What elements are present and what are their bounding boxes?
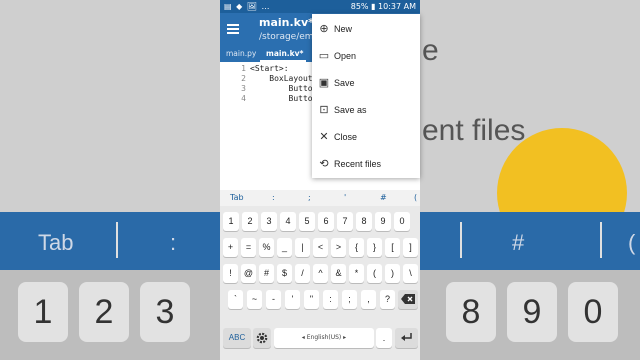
menu-item-label: Save as [334, 105, 367, 115]
suggestion-bar: Tab : ; ' # ( [220, 190, 420, 206]
file-path: /storage/em [259, 32, 314, 42]
file-title: main.kv* [259, 16, 314, 29]
keyboard: 1 2 3 4 5 6 7 8 9 0 + = % _ | < > { } [ … [220, 206, 420, 360]
enter-button[interactable] [395, 328, 418, 348]
keyboard-settings-button[interactable] [253, 328, 271, 348]
key[interactable]: 5 [299, 212, 315, 231]
key[interactable]: : [323, 290, 338, 309]
key[interactable]: % [259, 238, 274, 257]
menu-item-label: New [334, 24, 353, 34]
key[interactable]: ' [285, 290, 300, 309]
key[interactable]: | [295, 238, 310, 257]
bg-word-new: e [422, 34, 439, 67]
line-number: 3 [241, 84, 246, 93]
key[interactable]: 2 [242, 212, 258, 231]
space-bar[interactable]: ◂ English(US) ▸ [274, 328, 374, 348]
backspace-icon [401, 294, 415, 304]
key[interactable]: > [331, 238, 346, 257]
suggestion-key[interactable]: Tab [230, 193, 244, 202]
key[interactable]: } [367, 238, 382, 257]
key[interactable]: ) [385, 264, 400, 283]
bg-word-recent: ent files [422, 114, 526, 147]
menu-item-open[interactable]: ▭ Open [312, 43, 420, 70]
status-battery-time: 85% ▮ 10:37 AM [350, 2, 416, 11]
key[interactable]: , [361, 290, 376, 309]
abc-key[interactable]: ABC [223, 328, 251, 348]
key[interactable]: 6 [318, 212, 334, 231]
menu-item-label: Open [334, 51, 357, 61]
key[interactable]: 4 [280, 212, 296, 231]
save-as-icon: ⊡ [319, 104, 329, 116]
key[interactable]: ^ [313, 264, 328, 283]
status-icons: ▤ ◆ 🖼 … [224, 2, 271, 11]
menu-item-label: Close [334, 132, 358, 142]
folder-icon: ▭ [318, 50, 330, 62]
code-line: <Start>: [250, 64, 289, 73]
key[interactable]: ! [223, 264, 238, 283]
key[interactable]: \ [403, 264, 418, 283]
key[interactable]: ; [342, 290, 357, 309]
key[interactable]: [ [385, 238, 400, 257]
save-icon: ▣ [318, 77, 330, 89]
menu-item-save[interactable]: ▣ Save [312, 70, 420, 97]
key[interactable]: ] [403, 238, 418, 257]
bg-strip-tab: Tab [38, 230, 74, 255]
menu-icon[interactable] [227, 24, 239, 34]
key[interactable]: 3 [261, 212, 277, 231]
menu-item-new[interactable]: ⊕ New [312, 16, 420, 43]
add-circle-icon: ⊕ [319, 23, 329, 35]
key[interactable]: * [349, 264, 364, 283]
key[interactable]: ( [367, 264, 382, 283]
code-line: BoxLayout: [250, 74, 318, 83]
key[interactable]: + [223, 238, 238, 257]
suggestion-key[interactable]: ' [344, 193, 346, 202]
key[interactable]: _ [277, 238, 292, 257]
key[interactable]: { [349, 238, 364, 257]
key[interactable]: 8 [356, 212, 372, 231]
menu-item-save-as[interactable]: ⊡ Save as [312, 97, 420, 124]
suggestion-key[interactable]: ( [414, 193, 417, 202]
period-key[interactable]: . [376, 328, 392, 348]
enter-icon [400, 333, 412, 341]
key[interactable]: & [331, 264, 346, 283]
key[interactable]: $ [277, 264, 292, 283]
key[interactable]: / [295, 264, 310, 283]
key[interactable]: 7 [337, 212, 353, 231]
menu-item-close[interactable]: ✕ Close [312, 124, 420, 151]
backspace-button[interactable] [398, 290, 418, 309]
menu-item-label: Save [334, 78, 355, 88]
tab-main-kv[interactable]: main.kv* [266, 49, 303, 58]
key[interactable]: # [259, 264, 274, 283]
line-number: 2 [241, 74, 246, 83]
key[interactable]: 0 [394, 212, 410, 231]
close-icon: ✕ [319, 131, 329, 143]
overflow-menu: ⊕ New ▭ Open ▣ Save ⊡ Save as ✕ Close ⟲ … [312, 14, 420, 178]
gear-icon [256, 332, 268, 344]
status-bar: ▤ ◆ 🖼 … 85% ▮ 10:37 AM [220, 0, 420, 13]
menu-item-recent-files[interactable]: ⟲ Recent files [312, 151, 420, 178]
key[interactable]: 9 [375, 212, 391, 231]
tab-main-py[interactable]: main.py [226, 49, 256, 58]
key[interactable]: " [304, 290, 319, 309]
history-icon: ⟲ [319, 158, 329, 170]
suggestion-key[interactable]: # [380, 193, 387, 202]
line-number: 4 [241, 94, 246, 103]
key[interactable]: 1 [223, 212, 239, 231]
key[interactable]: ? [380, 290, 395, 309]
key[interactable]: ` [228, 290, 243, 309]
line-number: 1 [241, 64, 246, 73]
key[interactable]: ~ [247, 290, 262, 309]
suggestion-key[interactable]: ; [308, 193, 311, 202]
key[interactable]: - [266, 290, 281, 309]
key[interactable]: < [313, 238, 328, 257]
key[interactable]: @ [241, 264, 256, 283]
suggestion-key[interactable]: : [272, 193, 275, 202]
menu-item-label: Recent files [334, 159, 382, 169]
key[interactable]: = [241, 238, 256, 257]
